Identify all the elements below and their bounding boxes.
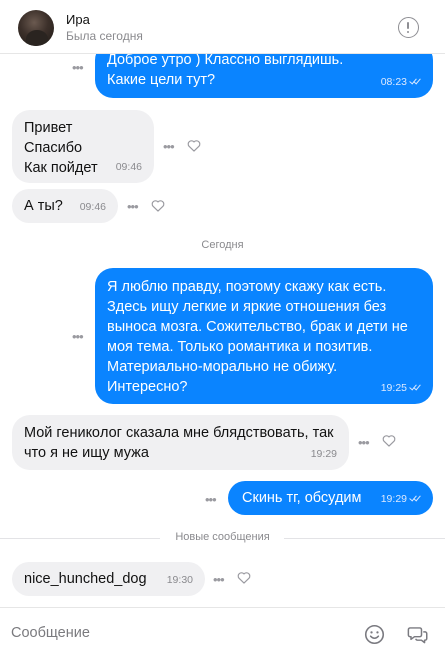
- message-time: 09:46: [115, 161, 142, 173]
- more-options-icon[interactable]: •••: [205, 493, 217, 506]
- more-options-icon[interactable]: •••: [127, 200, 139, 213]
- message-bubble-incoming[interactable]: А ты? 09:46: [12, 189, 118, 223]
- message-time: 08:23: [381, 72, 421, 92]
- read-checkmarks-icon: [410, 78, 421, 86]
- more-options-icon[interactable]: •••: [213, 573, 225, 586]
- date-divider: Сегодня: [201, 239, 244, 251]
- emoji-smile-icon[interactable]: [364, 624, 385, 645]
- read-checkmarks-icon: [410, 495, 421, 503]
- message-time: 19:29: [381, 489, 421, 509]
- info-circle-icon[interactable]: [398, 17, 419, 38]
- message-time: 19:29: [310, 448, 337, 460]
- more-options-icon[interactable]: •••: [358, 436, 370, 449]
- avatar[interactable]: [18, 10, 54, 46]
- message-composer: [0, 607, 445, 657]
- like-heart-icon[interactable]: [151, 199, 165, 212]
- like-heart-icon[interactable]: [382, 434, 396, 447]
- message-text: Доброе утро ) Классно выглядишь. Какие ц…: [107, 52, 344, 88]
- message-list[interactable]: ••• Доброе утро ) Классно выглядишь. Как…: [0, 0, 445, 607]
- read-checkmarks-icon: [410, 384, 421, 392]
- like-heart-icon[interactable]: [187, 139, 201, 152]
- message-bubble-outgoing[interactable]: Я люблю правду, поэтому скажу как есть. …: [95, 268, 433, 404]
- message-bubble-incoming[interactable]: nice_hunched_dog 19:30: [12, 562, 205, 596]
- new-messages-divider: Новые сообщения: [175, 531, 270, 543]
- more-options-icon[interactable]: •••: [72, 61, 84, 74]
- message-time: 09:46: [79, 201, 106, 213]
- like-heart-icon[interactable]: [237, 571, 251, 584]
- more-options-icon[interactable]: •••: [163, 140, 175, 153]
- message-time: 19:30: [166, 574, 193, 586]
- last-seen-status: Была сегодня: [66, 29, 143, 43]
- message-input[interactable]: [11, 625, 341, 641]
- message-bubble-outgoing[interactable]: Скинь тг, обсудим 19:29: [228, 481, 433, 515]
- contact-name[interactable]: Ира: [66, 12, 90, 27]
- more-options-icon[interactable]: •••: [72, 330, 84, 343]
- message-time: 19:25: [381, 378, 421, 398]
- message-text: Мой геникoлог сказала мне блядствовать, …: [24, 425, 334, 461]
- chat-bubbles-icon[interactable]: [407, 624, 429, 645]
- message-text: Я люблю правду, поэтому скажу как есть. …: [107, 279, 408, 395]
- chat-header: Ира Была сегодня: [0, 0, 445, 54]
- message-bubble-incoming[interactable]: Мой геникoлог сказала мне блядствовать, …: [12, 415, 349, 470]
- message-bubble-incoming[interactable]: Привет Спасибо Как пойдет 09:46: [12, 110, 154, 183]
